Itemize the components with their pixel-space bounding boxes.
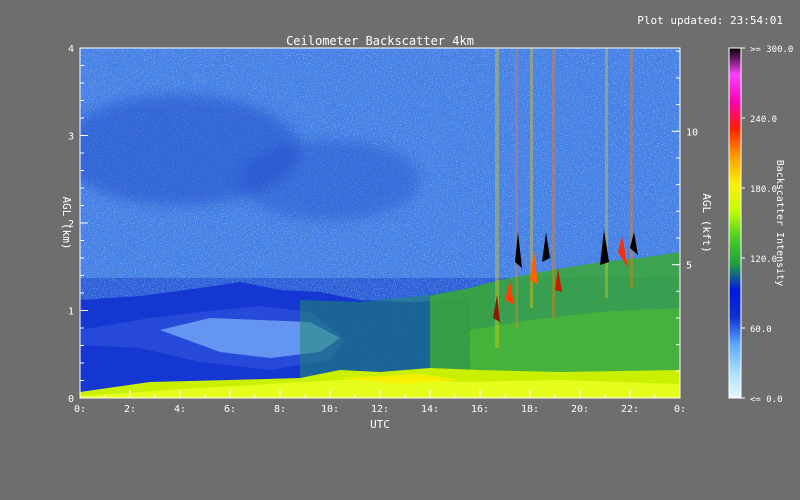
- x-tick-label: 2:: [124, 404, 136, 415]
- x-tick-label: 22:: [621, 404, 639, 415]
- colorbar-tick-label: 240.0: [750, 115, 777, 125]
- colorbar-tick-label: <= 0.0: [750, 395, 783, 405]
- colorbar-gradient: [729, 48, 741, 398]
- colorbar-tick-label: 120.0: [750, 255, 777, 265]
- y-tick-label-left: 1: [68, 307, 74, 318]
- heatmap-area: [80, 48, 680, 398]
- x-tick-label: 6:: [224, 404, 236, 415]
- y-tick-label-right: 5: [686, 261, 692, 272]
- y-axis-right-label: AGL (kft): [700, 193, 713, 253]
- x-tick-label: 4:: [174, 404, 186, 415]
- x-tick-label: 18:: [521, 404, 539, 415]
- x-tick-label: 20:: [571, 404, 589, 415]
- x-tick-label: 8:: [274, 404, 286, 415]
- y-axis-left-label: AGL (km): [60, 197, 73, 250]
- colorbar-tick-label: 180.0: [750, 185, 777, 195]
- x-tick-label: 16:: [471, 404, 489, 415]
- x-tick-label: 14:: [421, 404, 439, 415]
- ceilometer-figure: Plot updated: 23:54:01 Ceilometer Backsc…: [60, 14, 793, 431]
- plot-updated-label: Plot updated: 23:54:01: [637, 14, 783, 27]
- x-axis-label: UTC: [370, 418, 390, 431]
- x-tick-label: 0:: [674, 404, 686, 415]
- colorbar-tick-label: >= 300.0: [750, 45, 793, 55]
- y-tick-label-left: 4: [68, 44, 74, 55]
- x-tick-label: 12:: [371, 404, 389, 415]
- chart-title: Ceilometer Backscatter 4km: [286, 34, 474, 48]
- colorbar-label: Backscatter Intensity: [774, 160, 785, 286]
- y-tick-label-right: 10: [686, 127, 698, 138]
- x-tick-label: 0:: [74, 404, 86, 415]
- y-tick-label-left: 3: [68, 132, 74, 143]
- x-tick-label: 10:: [321, 404, 339, 415]
- colorbar-tick-label: 60.0: [750, 325, 772, 335]
- y-tick-label-left: 0: [68, 394, 74, 405]
- colorbar: <= 0.0 60.0 120.0 180.0 240.0 >= 300.0 Backsc…: [728, 45, 793, 405]
